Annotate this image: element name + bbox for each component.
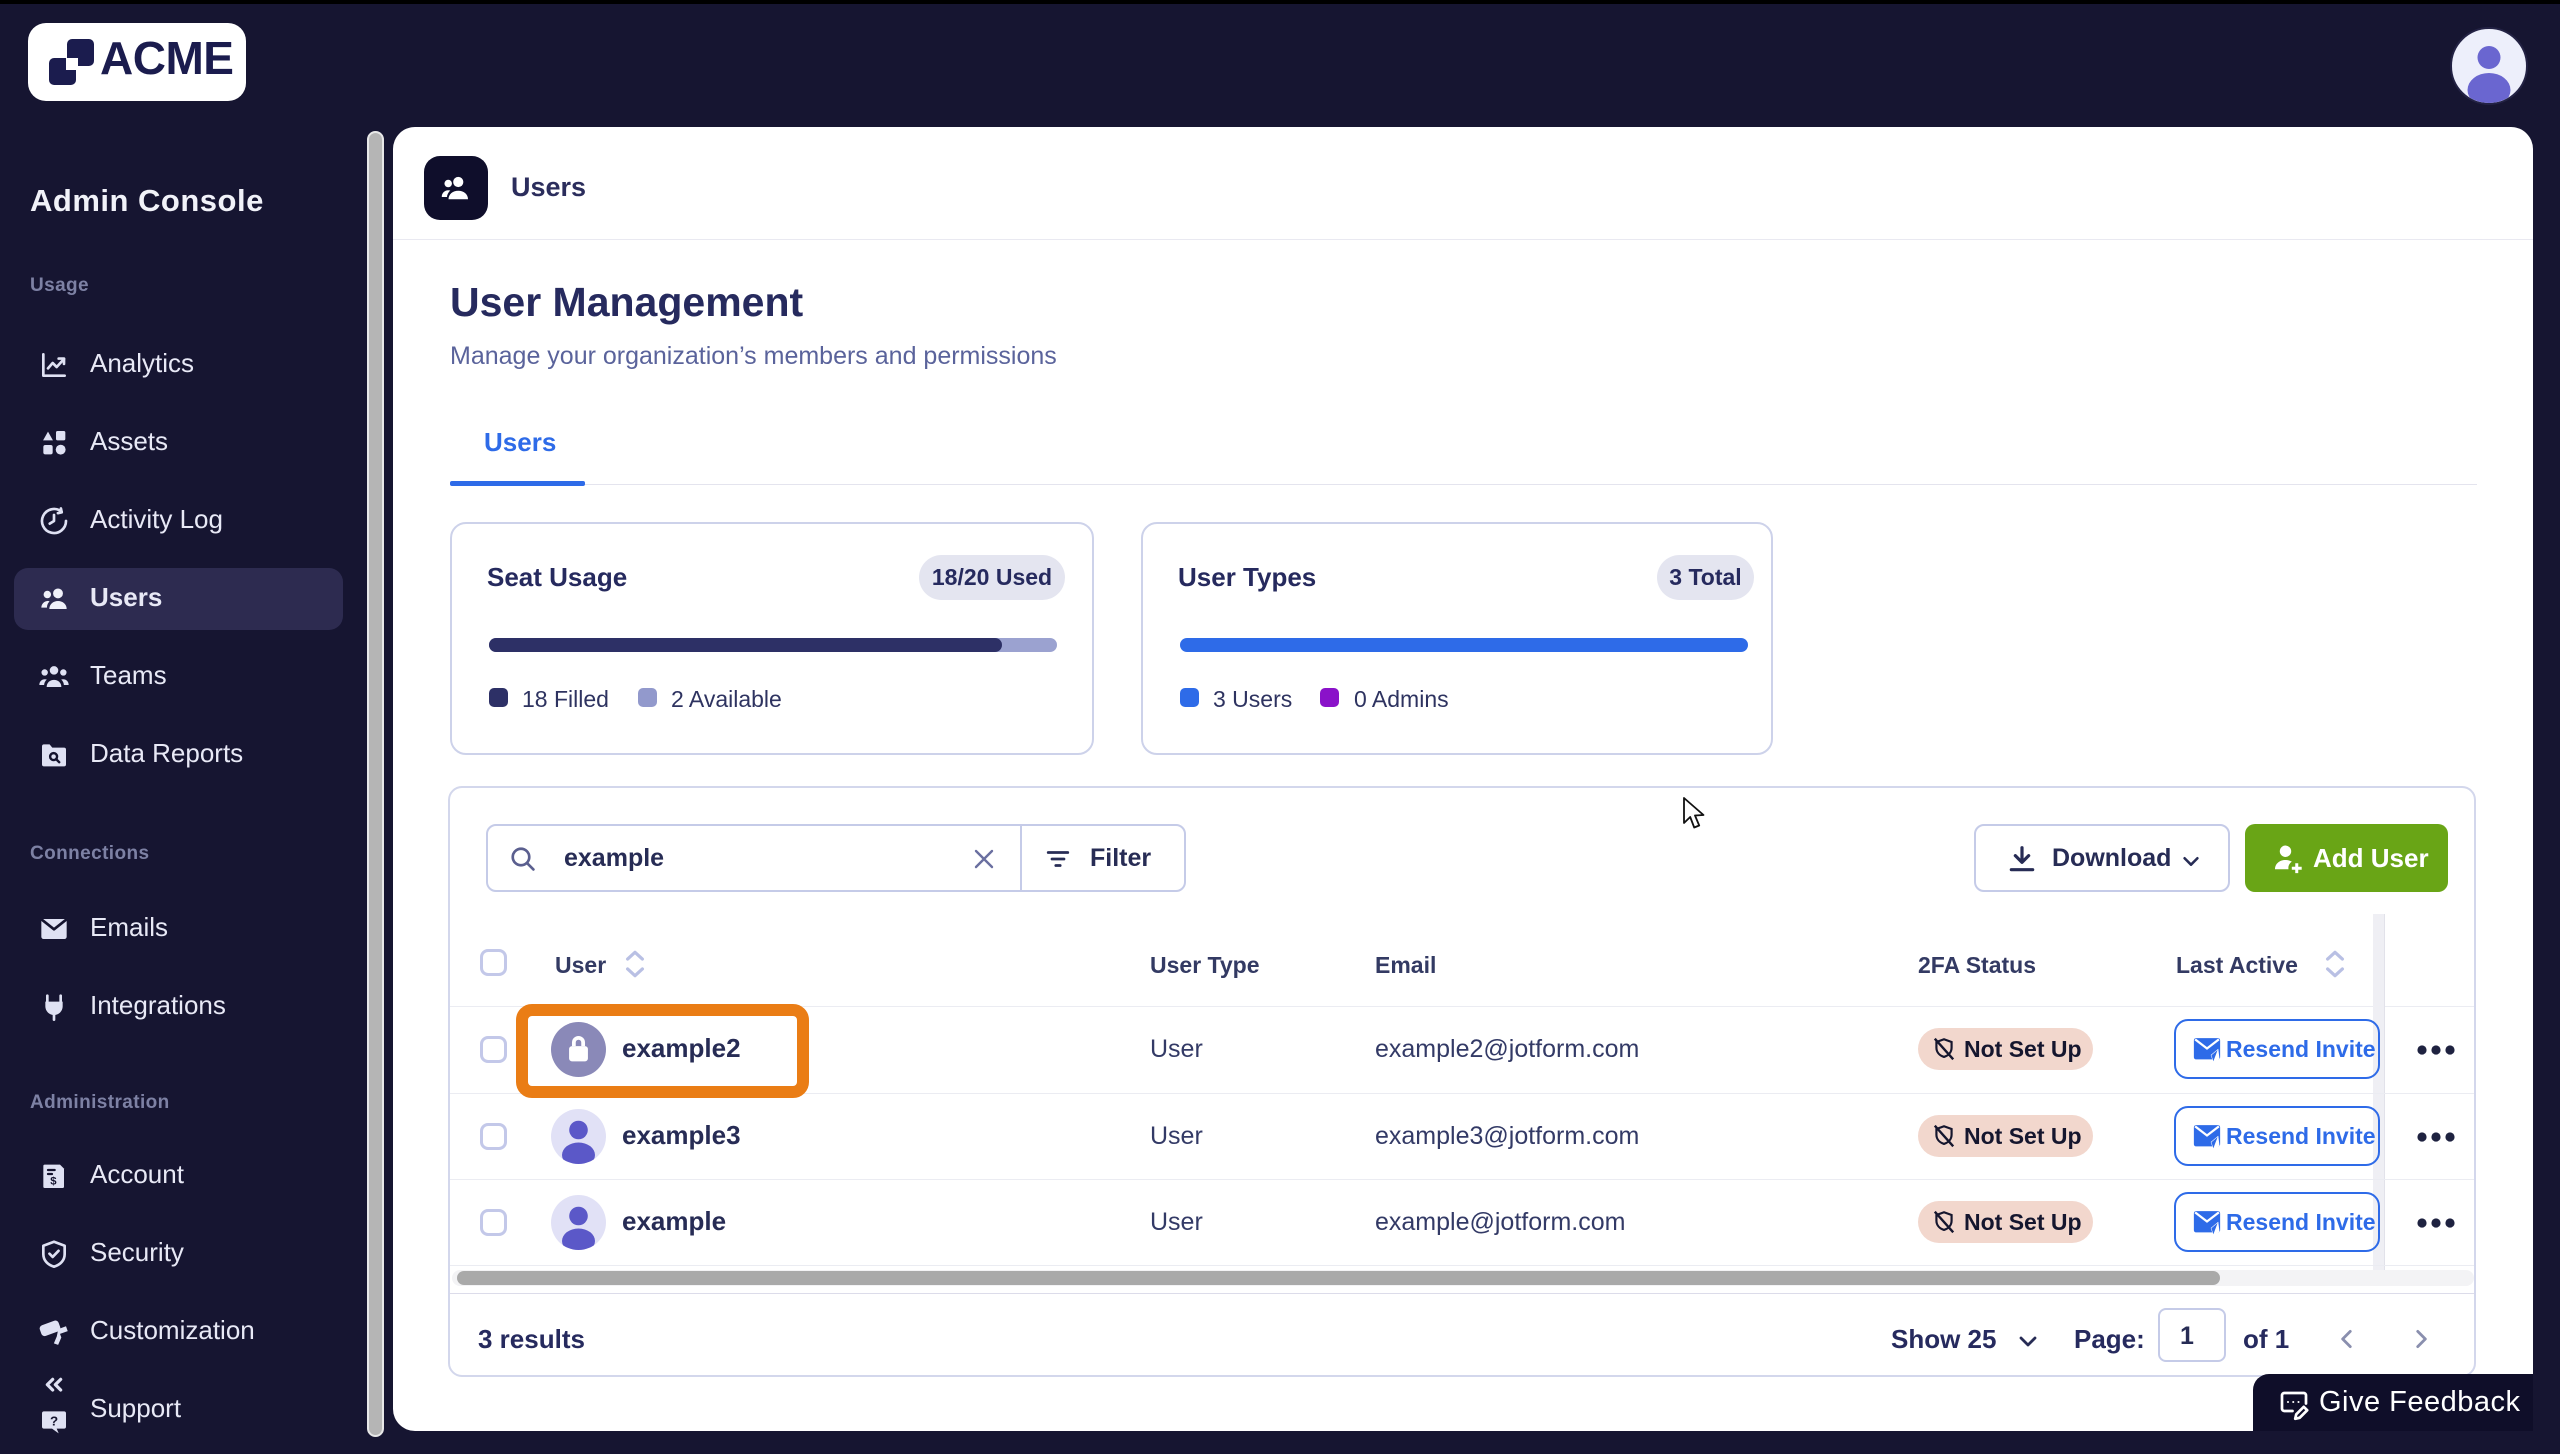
svg-text:?: ? [50, 1413, 58, 1428]
svg-text:$: $ [50, 1175, 57, 1187]
